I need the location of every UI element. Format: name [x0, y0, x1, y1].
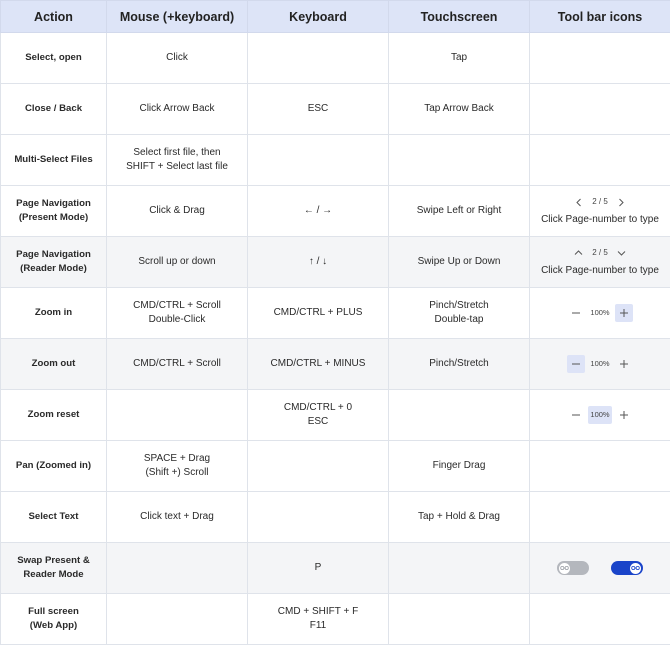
- action-label: Zoom out: [5, 357, 102, 371]
- table-row: Zoom out CMD/CTRL + Scroll CMD/CTRL + MI…: [1, 339, 670, 390]
- header-keyboard: Keyboard: [248, 1, 389, 33]
- keyboard-cell: CMD/CTRL + MINUS: [252, 357, 384, 371]
- keyboard-cell: ESC: [252, 102, 384, 116]
- toolbar-cell: 100%: [530, 339, 670, 390]
- action-label: Zoom reset: [5, 408, 102, 422]
- action-label: Full screen (Web App): [5, 605, 102, 633]
- chevron-right-icon[interactable]: [617, 198, 625, 207]
- page-indicator[interactable]: 2 / 5: [592, 195, 608, 209]
- zoom-control: 100%: [534, 406, 666, 424]
- table-row: Select Text Click text + Drag Tap + Hold…: [1, 492, 670, 543]
- chevron-down-icon[interactable]: [617, 249, 626, 257]
- plus-icon[interactable]: [615, 304, 633, 322]
- action-label: Pan (Zoomed in): [5, 459, 102, 473]
- table-row: Page Navigation (Present Mode) Click & D…: [1, 186, 670, 237]
- action-label: Page Navigation (Reader Mode): [5, 248, 102, 276]
- minus-icon[interactable]: [567, 355, 585, 373]
- toolbar-cell: 100%: [530, 390, 670, 441]
- touch-cell: Tap + Hold & Drag: [393, 510, 525, 524]
- keyboard-cell: CMD/CTRL + 0 ESC: [252, 401, 384, 429]
- mouse-cell: Click Arrow Back: [111, 102, 243, 116]
- header-mouse: Mouse (+keyboard): [107, 1, 248, 33]
- toolbar-cell: 2 / 5 Click Page-number to type: [530, 186, 670, 237]
- toolbar-cell: [530, 135, 670, 186]
- touch-cell: Pinch/Stretch Double-tap: [393, 299, 525, 327]
- touch-cell: Pinch/Stretch: [393, 357, 525, 371]
- chevron-left-icon[interactable]: [575, 198, 583, 207]
- mouse-cell: SPACE + Drag (Shift +) Scroll: [111, 452, 243, 480]
- table-row: Zoom reset CMD/CTRL + 0 ESC 100%: [1, 390, 670, 441]
- mouse-cell: CMD/CTRL + Scroll Double-Click: [111, 299, 243, 327]
- keyboard-cell: ↑ / ↓: [252, 255, 384, 269]
- mouse-cell: Select first file, then SHIFT + Select l…: [111, 146, 243, 174]
- keyboard-cell: ← / →: [252, 204, 384, 218]
- table-row: Zoom in CMD/CTRL + Scroll Double-Click C…: [1, 288, 670, 339]
- mouse-cell: Click text + Drag: [111, 510, 243, 524]
- touch-cell: Swipe Left or Right: [393, 204, 525, 218]
- zoom-control: 100%: [534, 304, 666, 322]
- keyboard-cell: CMD/CTRL + PLUS: [252, 306, 384, 320]
- table-row: Page Navigation (Reader Mode) Scroll up …: [1, 237, 670, 288]
- reader-mode-toggle-off[interactable]: [557, 561, 589, 575]
- table-row: Full screen (Web App) CMD + SHIFT + F F1…: [1, 594, 670, 645]
- touch-cell: Swipe Up or Down: [393, 255, 525, 269]
- action-label: Select Text: [5, 510, 102, 524]
- zoom-value[interactable]: 100%: [588, 355, 612, 373]
- zoom-control: 100%: [534, 355, 666, 373]
- mouse-cell: Click: [111, 51, 243, 65]
- toolbar-cell: [530, 441, 670, 492]
- table-row: Swap Present & Reader Mode P: [1, 543, 670, 594]
- touch-cell: Tap: [393, 51, 525, 65]
- mouse-cell: Click & Drag: [111, 204, 243, 218]
- header-toolbar-icons: Tool bar icons: [530, 1, 670, 33]
- minus-icon[interactable]: [567, 304, 585, 322]
- toolbar-cell: [530, 543, 670, 594]
- toolbar-cell: 2 / 5 Click Page-number to type: [530, 237, 670, 288]
- action-label: Close / Back: [5, 102, 102, 116]
- table-row: Pan (Zoomed in) SPACE + Drag (Shift +) S…: [1, 441, 670, 492]
- mode-toggles: [534, 561, 666, 575]
- table-row: Select, open Click Tap: [1, 33, 670, 84]
- page-navigator-vertical: 2 / 5: [534, 246, 666, 260]
- minus-icon[interactable]: [567, 406, 585, 424]
- action-label: Page Navigation (Present Mode): [5, 197, 102, 225]
- toolbar-cell: [530, 492, 670, 543]
- header-row: Action Mouse (+keyboard) Keyboard Touchs…: [1, 1, 670, 33]
- zoom-value[interactable]: 100%: [588, 304, 612, 322]
- action-label: Swap Present & Reader Mode: [5, 554, 102, 582]
- keyboard-cell: P: [252, 561, 384, 575]
- shortcuts-table: Action Mouse (+keyboard) Keyboard Touchs…: [0, 0, 670, 645]
- reader-mode-toggle-on[interactable]: [611, 561, 643, 575]
- action-label: Select, open: [5, 51, 102, 65]
- chevron-up-icon[interactable]: [574, 249, 583, 257]
- header-action: Action: [1, 1, 107, 33]
- toolbar-cell: 100%: [530, 288, 670, 339]
- action-label: Multi-Select Files: [5, 153, 102, 167]
- keyboard-cell: CMD + SHIFT + F F11: [252, 605, 384, 633]
- mouse-cell: Scroll up or down: [111, 255, 243, 269]
- plus-icon[interactable]: [615, 406, 633, 424]
- touch-cell: Finger Drag: [393, 459, 525, 473]
- header-touchscreen: Touchscreen: [389, 1, 530, 33]
- page-navigator-horizontal: 2 / 5: [534, 195, 666, 209]
- glasses-icon: [630, 563, 641, 574]
- toolbar-cell: [530, 33, 670, 84]
- zoom-value[interactable]: 100%: [588, 406, 612, 424]
- page-indicator[interactable]: 2 / 5: [592, 246, 608, 260]
- mouse-cell: CMD/CTRL + Scroll: [111, 357, 243, 371]
- toolbar-cell: [530, 594, 670, 645]
- touch-cell: Tap Arrow Back: [393, 102, 525, 116]
- glasses-icon: [559, 563, 570, 574]
- toolbar-cell: [530, 84, 670, 135]
- page-number-caption: Click Page-number to type: [534, 264, 666, 278]
- action-label: Zoom in: [5, 306, 102, 320]
- plus-icon[interactable]: [615, 355, 633, 373]
- table-row: Close / Back Click Arrow Back ESC Tap Ar…: [1, 84, 670, 135]
- page-number-caption: Click Page-number to type: [534, 213, 666, 227]
- table-row: Multi-Select Files Select first file, th…: [1, 135, 670, 186]
